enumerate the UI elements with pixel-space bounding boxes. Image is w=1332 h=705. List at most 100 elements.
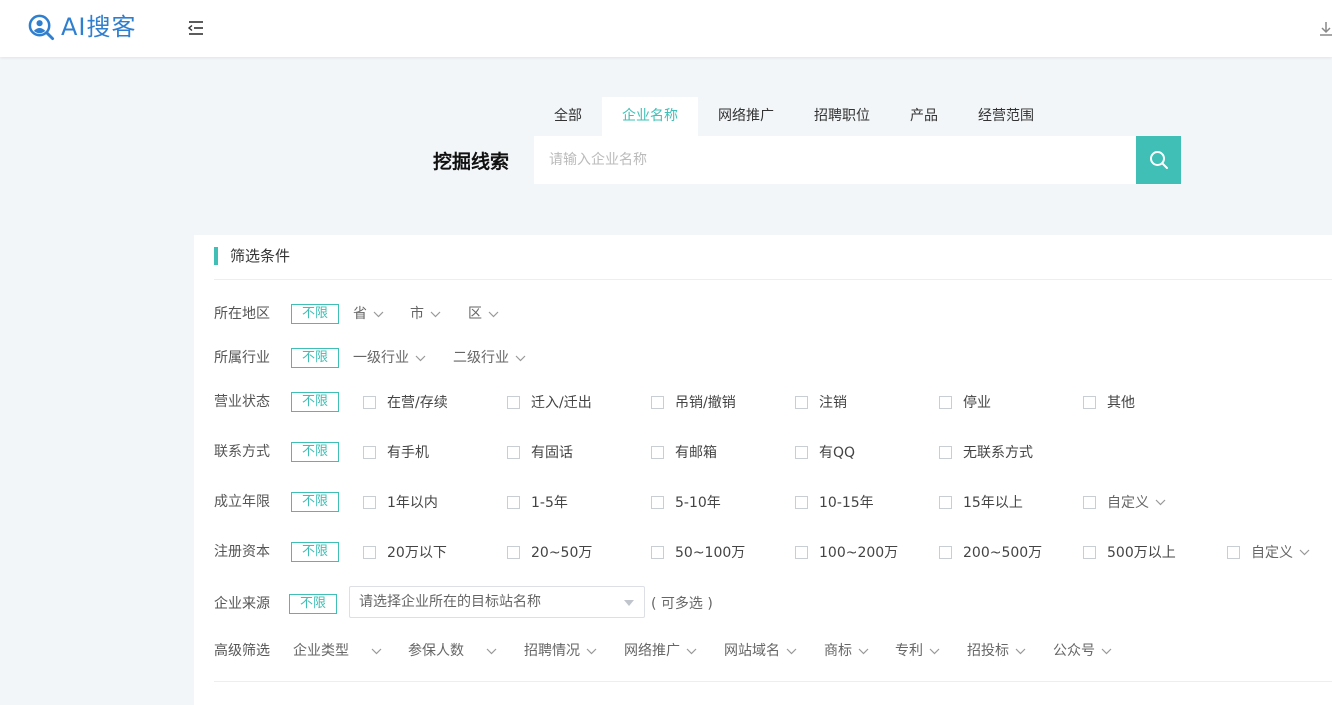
- contact-checkbox[interactable]: 有固话: [507, 441, 573, 463]
- logo-search-icon: [28, 14, 55, 40]
- chevron-down-icon: [786, 648, 797, 654]
- unlimited-button[interactable]: 不限: [291, 542, 339, 562]
- dropdown-label: 省: [353, 306, 367, 322]
- unlimited-button[interactable]: 不限: [289, 594, 337, 614]
- divider: [214, 279, 1332, 280]
- checkbox[interactable]: [507, 445, 520, 459]
- years-checkbox[interactable]: 5-10年: [651, 491, 721, 513]
- checkbox-label: 有手机: [387, 445, 429, 461]
- checkbox[interactable]: [651, 445, 664, 459]
- tab-all[interactable]: 全部: [534, 97, 602, 136]
- checkbox[interactable]: [1083, 545, 1096, 559]
- tab-product[interactable]: 产品: [890, 97, 958, 136]
- checkbox[interactable]: [939, 445, 952, 459]
- checkbox[interactable]: [939, 545, 952, 559]
- capital-checkbox[interactable]: 500万以上: [1083, 541, 1176, 563]
- checkbox[interactable]: [651, 395, 664, 409]
- checkbox[interactable]: [939, 495, 952, 509]
- advanced-dropdown-patent[interactable]: 专利: [895, 640, 940, 662]
- unlimited-button[interactable]: 不限: [291, 348, 339, 368]
- checkbox-label: 5-10年: [675, 495, 721, 511]
- advanced-dropdown-recruitment[interactable]: 招聘情况: [524, 640, 597, 662]
- capital-checkbox[interactable]: 100~200万: [795, 541, 898, 563]
- checkbox[interactable]: [1083, 395, 1096, 409]
- advanced-dropdown-company-type[interactable]: 企业类型: [293, 640, 382, 662]
- status-checkbox[interactable]: 注销: [795, 391, 847, 413]
- industry-level2-dropdown[interactable]: 二级行业: [453, 347, 526, 369]
- download-icon[interactable]: [1320, 20, 1332, 38]
- capital-custom-dropdown[interactable]: 自定义: [1227, 541, 1310, 563]
- tab-company-name[interactable]: 企业名称: [602, 97, 698, 136]
- years-checkbox[interactable]: 10-15年: [795, 491, 874, 513]
- checkbox-label: 自定义: [1251, 545, 1293, 561]
- capital-checkbox[interactable]: 20~50万: [507, 541, 592, 563]
- checkbox[interactable]: [507, 545, 520, 559]
- advanced-dropdown-bidding[interactable]: 招投标: [967, 640, 1026, 662]
- chevron-down-icon: [488, 311, 499, 317]
- checkbox-label: 50~100万: [675, 545, 746, 561]
- checkbox-label: 有QQ: [819, 445, 856, 461]
- filter-panel-title: 筛选条件: [214, 247, 290, 265]
- checkbox[interactable]: [939, 395, 952, 409]
- contact-checkbox[interactable]: 无联系方式: [939, 441, 1033, 463]
- top-header: AI搜客: [0, 0, 1332, 57]
- years-checkbox[interactable]: 1年以内: [363, 491, 438, 513]
- tab-job-position[interactable]: 招聘职位: [794, 97, 890, 136]
- tab-web-promotion[interactable]: 网络推广: [698, 97, 794, 136]
- province-dropdown[interactable]: 省: [353, 303, 384, 325]
- chevron-down-icon: [371, 648, 382, 654]
- status-checkbox[interactable]: 吊销/撤销: [651, 391, 736, 413]
- checkbox[interactable]: [363, 545, 376, 559]
- logo[interactable]: AI搜客: [28, 12, 137, 42]
- dropdown-label: 一级行业: [353, 350, 409, 366]
- checkbox[interactable]: [795, 395, 808, 409]
- checkbox[interactable]: [363, 445, 376, 459]
- chevron-down-icon: [486, 648, 497, 654]
- contact-checkbox[interactable]: 有QQ: [795, 441, 855, 463]
- search-input[interactable]: [534, 136, 1136, 184]
- checkbox[interactable]: [651, 495, 664, 509]
- checkbox-label: 20万以下: [387, 545, 447, 561]
- status-checkbox[interactable]: 停业: [939, 391, 991, 413]
- divider: [214, 681, 1332, 682]
- source-site-select[interactable]: 请选择企业所在的目标站名称: [349, 586, 645, 618]
- checkbox[interactable]: [651, 545, 664, 559]
- checkbox[interactable]: [1083, 495, 1096, 509]
- capital-checkbox[interactable]: 20万以下: [363, 541, 447, 563]
- status-checkbox[interactable]: 在营/存续: [363, 391, 448, 413]
- industry-level1-dropdown[interactable]: 一级行业: [353, 347, 426, 369]
- unlimited-button[interactable]: 不限: [291, 304, 339, 324]
- checkbox[interactable]: [1227, 545, 1240, 559]
- checkbox[interactable]: [795, 545, 808, 559]
- menu-collapse-icon[interactable]: [186, 18, 206, 38]
- advanced-dropdown-domain[interactable]: 网站域名: [724, 640, 797, 662]
- status-checkbox[interactable]: 其他: [1083, 391, 1135, 413]
- checkbox[interactable]: [795, 445, 808, 459]
- unlimited-button[interactable]: 不限: [291, 392, 339, 412]
- unlimited-button[interactable]: 不限: [291, 492, 339, 512]
- checkbox[interactable]: [795, 495, 808, 509]
- years-custom-dropdown[interactable]: 自定义: [1083, 491, 1166, 513]
- contact-checkbox[interactable]: 有邮箱: [651, 441, 717, 463]
- checkbox[interactable]: [363, 395, 376, 409]
- checkbox[interactable]: [507, 395, 520, 409]
- advanced-dropdown-trademark[interactable]: 商标: [824, 640, 869, 662]
- unlimited-button[interactable]: 不限: [291, 442, 339, 462]
- years-checkbox[interactable]: 1-5年: [507, 491, 568, 513]
- city-dropdown[interactable]: 市: [410, 303, 441, 325]
- dropdown-label: 招聘情况: [524, 643, 580, 659]
- contact-checkbox[interactable]: 有手机: [363, 441, 429, 463]
- advanced-dropdown-web-promotion[interactable]: 网络推广: [624, 640, 697, 662]
- advanced-dropdown-official-account[interactable]: 公众号: [1053, 640, 1112, 662]
- capital-checkbox[interactable]: 200~500万: [939, 541, 1042, 563]
- district-dropdown[interactable]: 区: [468, 303, 499, 325]
- advanced-dropdown-insured[interactable]: 参保人数: [408, 640, 497, 662]
- tab-business-scope[interactable]: 经营范围: [958, 97, 1054, 136]
- search-button[interactable]: [1136, 136, 1181, 184]
- years-checkbox[interactable]: 15年以上: [939, 491, 1023, 513]
- checkbox-label: 1-5年: [531, 495, 568, 511]
- checkbox[interactable]: [507, 495, 520, 509]
- checkbox[interactable]: [363, 495, 376, 509]
- status-checkbox[interactable]: 迁入/迁出: [507, 391, 592, 413]
- capital-checkbox[interactable]: 50~100万: [651, 541, 745, 563]
